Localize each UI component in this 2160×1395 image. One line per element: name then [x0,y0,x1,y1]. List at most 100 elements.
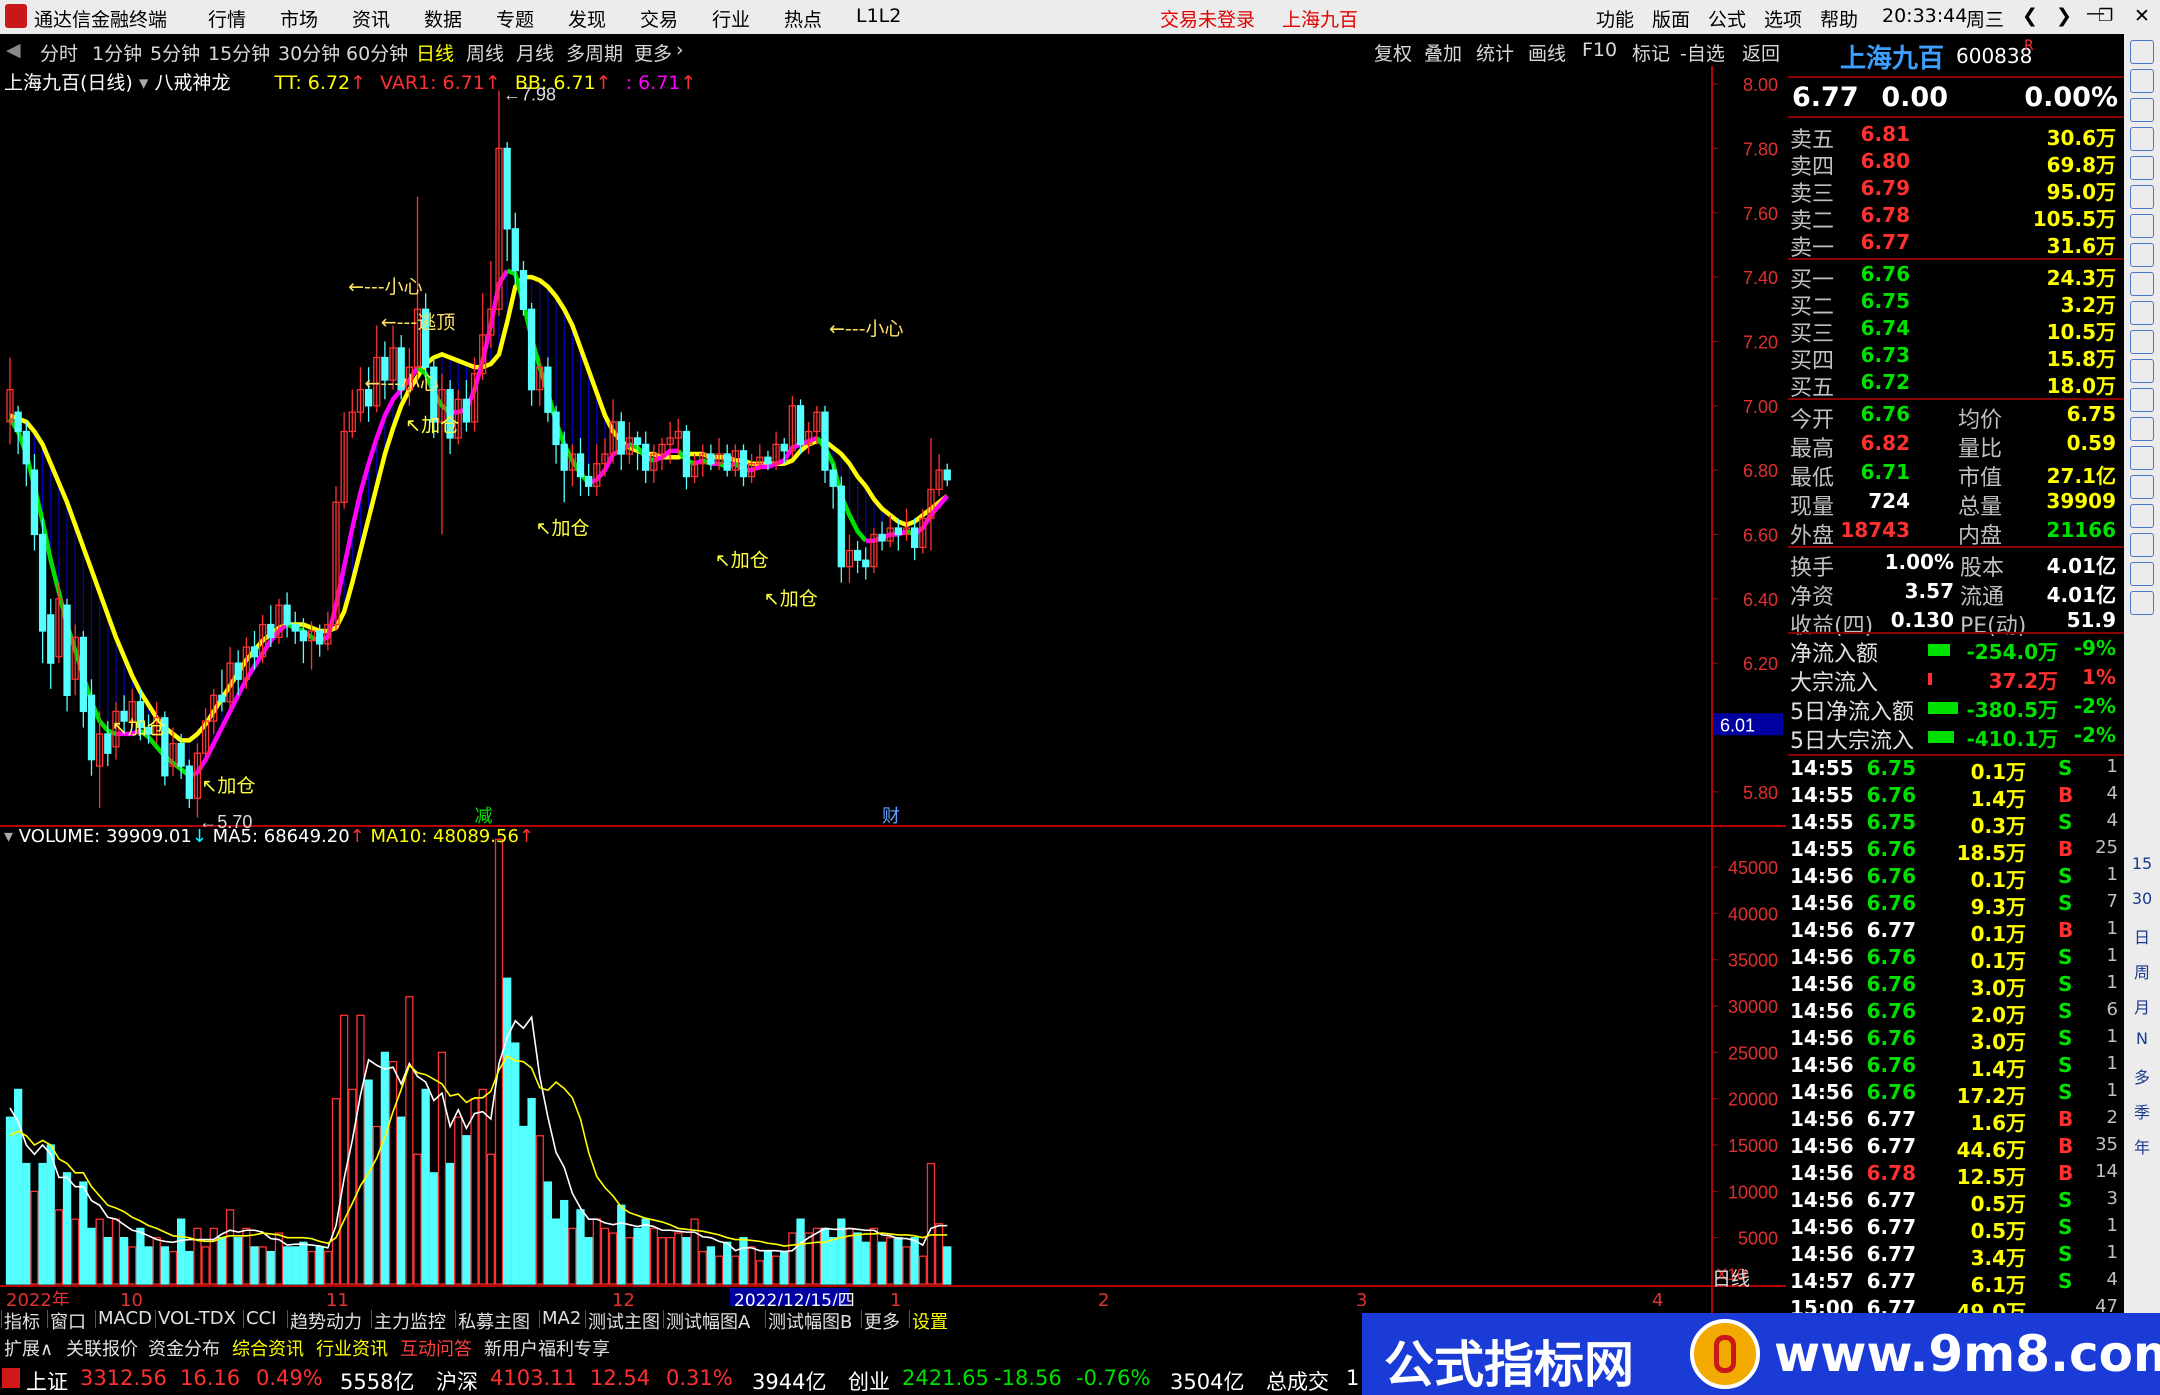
idx3-name[interactable]: 创业 [848,1366,890,1395]
menu-hangqing[interactable]: 行情 [208,5,246,32]
extension-tab-0[interactable]: 扩展∧ [4,1335,53,1361]
sidebar-list2-icon[interactable] [2130,359,2154,383]
sidebar-compass-icon[interactable] [2130,446,2154,470]
period-5min[interactable]: 5分钟 [150,39,200,66]
extension-tab-4[interactable]: 行业资讯 [316,1335,388,1361]
period-fenshi[interactable]: 分时 [40,39,78,66]
kline-chart[interactable]: 5.806.006.206.406.606.807.007.207.407.60… [0,66,1786,1317]
period-daily[interactable]: 日线 [416,39,454,66]
menu-zixun[interactable]: 资讯 [352,5,390,32]
menu-bangzhu[interactable]: 帮助 [1820,5,1858,32]
sidebar-chart-icon[interactable] [2130,214,2154,238]
period-60min[interactable]: 60分钟 [346,39,408,66]
sidebar-edit-icon[interactable] [2130,562,2154,586]
sidebar-period-5[interactable]: 周 [2130,959,2154,983]
login-status[interactable]: 交易未登录 [1160,5,1255,32]
sidebar-period-8[interactable]: 多 [2130,1064,2154,1088]
indicator-formula-name[interactable]: 八戒神龙 [154,72,230,94]
indicator-tab-13[interactable]: 设置 [912,1308,948,1334]
sidebar-s-icon-icon[interactable] [2130,475,2154,499]
extension-tab-5[interactable]: 互动问答 [400,1335,472,1361]
btn-fuquan[interactable]: 复权 [1374,39,1412,66]
menu-redian[interactable]: 热点 [784,5,822,32]
idx2-name[interactable]: 沪深 [436,1366,478,1395]
period-weekly[interactable]: 周线 [466,39,504,66]
menu-gongneng[interactable]: 功能 [1596,5,1634,32]
indicator-tab-11[interactable]: 测试幅图B [768,1308,852,1334]
menu-faxian[interactable]: 发现 [568,5,606,32]
idx1-name[interactable]: 上证 [26,1366,68,1395]
close-icon[interactable]: ✕ [2134,5,2150,27]
sidebar-home-icon[interactable] [2130,69,2154,93]
indicator-tab-10[interactable]: 测试幅图A [666,1308,750,1334]
menu-banmian[interactable]: 版面 [1652,5,1690,32]
sidebar-period-2[interactable]: 15 [2130,854,2154,878]
extension-tab-2[interactable]: 资金分布 [148,1335,220,1361]
btn-zixuan[interactable]: -自选 [1680,39,1725,66]
more-chevron-icon[interactable]: › [676,39,684,61]
menu-l1l2[interactable]: L1L2 [856,5,901,27]
btn-tongji[interactable]: 统计 [1476,39,1514,66]
sidebar-bars-icon[interactable] [2130,243,2154,267]
btn-diejia[interactable]: 叠加 [1424,39,1462,66]
menu-xuanxiang[interactable]: 选项 [1764,5,1802,32]
indicator-tab-2[interactable]: MACD [98,1308,152,1329]
menu-gongshi[interactable]: 公式 [1708,5,1746,32]
menu-shichang[interactable]: 市场 [280,5,318,32]
sidebar-grid-icon[interactable] [2130,156,2154,180]
extension-tab-3[interactable]: 综合资讯 [232,1335,304,1361]
sidebar-rsi-icon[interactable] [2130,504,2154,528]
sidebar-calc-icon[interactable] [2130,417,2154,441]
sidebar-f2-icon[interactable] [2130,388,2154,412]
extension-tab-6[interactable]: 新用户福利专享 [484,1335,610,1361]
sidebar-period-10[interactable]: 年 [2130,1134,2154,1158]
sidebar-f10-icon[interactable] [2130,330,2154,354]
sidebar-period-4[interactable]: 日 [2130,924,2154,948]
period-1min[interactable]: 1分钟 [92,39,142,66]
indicator-tab-8[interactable]: MA2 [542,1308,581,1329]
period-30min[interactable]: 30分钟 [278,39,340,66]
indicator-tab-6[interactable]: 主力监控 [374,1308,446,1334]
btn-f10[interactable]: F10 [1582,39,1617,61]
indicator-tab-3[interactable]: VOL-TDX [158,1308,236,1329]
volume-dropdown-icon[interactable]: ▾ [4,826,13,847]
sidebar-period-7[interactable]: N [2130,1029,2154,1053]
back-arrow-icon[interactable]: ❮ [2022,5,2038,27]
menu-hangye[interactable]: 行业 [712,5,750,32]
btn-fanhui[interactable]: 返回 [1742,39,1780,66]
indicator-tab-1[interactable]: 窗口 [50,1308,86,1334]
period-more[interactable]: 更多 [634,39,672,66]
idx4-name[interactable]: 总成交 [1266,1366,1329,1395]
menu-jiaoyi[interactable]: 交易 [640,5,678,32]
indicator-tab-9[interactable]: 测试主图 [588,1308,660,1334]
sidebar-window-icon[interactable] [2130,272,2154,296]
sidebar-fs-icon[interactable] [2130,591,2154,615]
sidebar-period-6[interactable]: 月 [2130,994,2154,1018]
sidebar-period-9[interactable]: 季 [2130,1099,2154,1123]
sidebar-period-3[interactable]: 30 [2130,889,2154,913]
sidebar-chevron-up-icon[interactable] [2130,40,2154,64]
indicator-tab-0[interactable]: 指标 [4,1308,40,1334]
price-change: 0.00 [1881,82,1948,113]
sidebar-list-icon[interactable] [2130,301,2154,325]
period-monthly[interactable]: 月线 [516,39,554,66]
dropdown-icon[interactable]: ▾ [139,72,149,94]
sidebar-back-icon[interactable] [2130,98,2154,122]
extension-tab-1[interactable]: 关联报价 [66,1335,138,1361]
maximize-icon[interactable]: ❐ [2098,6,2113,26]
period-15min[interactable]: 15分钟 [208,39,270,66]
forward-arrow-icon[interactable]: ❯ [2056,5,2072,27]
indicator-tab-5[interactable]: 趋势动力 [290,1308,362,1334]
indicator-tab-4[interactable]: CCI [246,1308,276,1329]
collapse-icon[interactable]: ◀ [6,39,21,61]
indicator-tab-12[interactable]: 更多 [864,1308,900,1334]
sidebar-move-icon[interactable] [2130,533,2154,557]
sidebar-flag-icon[interactable] [2130,185,2154,209]
indicator-tab-7[interactable]: 私募主图 [458,1308,530,1334]
period-multi[interactable]: 多周期 [566,39,623,66]
menu-zhuanti[interactable]: 专题 [496,5,534,32]
sidebar-refresh-icon[interactable] [2130,127,2154,151]
btn-huaxian[interactable]: 画线 [1528,39,1566,66]
menu-shuju[interactable]: 数据 [424,5,462,32]
btn-biaoji[interactable]: 标记 [1632,39,1670,66]
